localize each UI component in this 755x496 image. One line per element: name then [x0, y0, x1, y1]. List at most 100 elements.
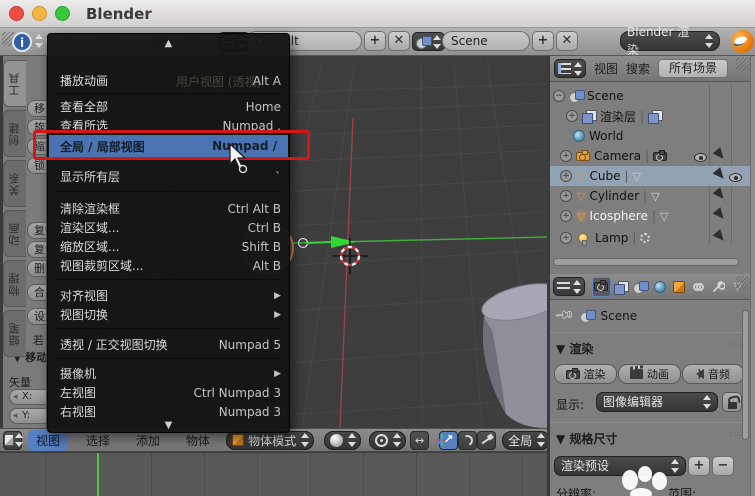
menu-item-zoom-border[interactable]: 缩放区域... Shift B	[60, 237, 281, 256]
mesh-data-icon: ▽	[659, 209, 669, 223]
pivot-point-dropdown[interactable]	[369, 430, 407, 450]
operator-y-slider[interactable]: Y:	[9, 408, 46, 424]
menu-item-render-border[interactable]: 渲染区域... Ctrl B	[60, 218, 281, 237]
pin-icon[interactable]: 📌︎	[553, 304, 575, 326]
shelf-tab-grease-pencil[interactable]: 蜡笔	[3, 310, 26, 357]
expand-icon[interactable]: +	[560, 150, 572, 162]
expand-icon[interactable]: +	[560, 190, 572, 202]
tab-scene[interactable]	[631, 277, 650, 297]
tab-constraints[interactable]	[690, 277, 709, 297]
display-dropdown[interactable]: 图像编辑器	[596, 392, 718, 412]
viewport-shading-dropdown[interactable]	[324, 430, 362, 450]
menu-item-view-all[interactable]: 查看全部 Home	[60, 97, 281, 116]
remove-preset-button[interactable]: −	[712, 456, 734, 476]
timeline[interactable]	[0, 452, 547, 496]
shelf-tab-physics[interactable]: 物理	[3, 260, 26, 307]
viewport-editor-type-button[interactable]	[3, 430, 24, 450]
outliner-row-renderlayers[interactable]: + 渲染层 |	[550, 106, 750, 126]
close-window-button[interactable]	[9, 6, 24, 21]
maximize-window-button[interactable]	[55, 6, 70, 21]
mode-spinner	[300, 431, 310, 449]
shelf-tab-tools[interactable]: 工具	[3, 60, 26, 107]
render-presets-dropdown[interactable]: 渲染预设	[554, 456, 686, 476]
scene-name-field[interactable]: Scene	[442, 31, 530, 51]
properties-vertical-scrollbar[interactable]	[742, 310, 749, 440]
expand-icon[interactable]: +	[560, 232, 572, 244]
outliner-corner-grip[interactable]	[736, 57, 750, 71]
outliner-menu-search[interactable]: 搜索	[626, 60, 650, 77]
minimize-window-button[interactable]	[32, 6, 47, 21]
manipulator-rotate-button[interactable]	[458, 430, 478, 450]
add-layout-button[interactable]: +	[364, 31, 386, 51]
manipulator-scale-button[interactable]	[477, 430, 497, 450]
outliner-horizontal-scrollbar[interactable]	[553, 258, 739, 266]
shelf-button-translate[interactable]: 移动	[27, 100, 46, 117]
expand-icon[interactable]: +	[560, 170, 572, 182]
close-layout-button[interactable]: ✕	[388, 31, 410, 51]
mode-dropdown[interactable]: 物体模式	[226, 430, 315, 450]
tab-object[interactable]	[670, 277, 689, 297]
hide-toggle-eye-icon[interactable]	[728, 173, 742, 182]
hide-toggle-eye-icon[interactable]	[694, 153, 707, 162]
tab-world[interactable]	[651, 277, 670, 297]
shelf-tab-create[interactable]: 创建	[3, 110, 26, 157]
shelf-tab-animation[interactable]: 动画	[3, 210, 26, 257]
tab-render[interactable]	[592, 276, 611, 297]
render-button[interactable]: 渲染	[554, 364, 617, 384]
scene-selector-icon-button[interactable]	[412, 32, 445, 51]
shelf-button-delete[interactable]: 删除	[27, 260, 46, 277]
menu-item-play-animation[interactable]: 播放动画 Alt A	[60, 71, 281, 90]
properties-corner-grip[interactable]	[736, 276, 750, 290]
timeline-playhead[interactable]	[97, 453, 99, 496]
shelf-button-set-origin[interactable]: 设置	[27, 308, 46, 325]
dimensions-panel-header[interactable]: ▼ 规格尺寸 ∷∷	[556, 430, 744, 447]
close-scene-button[interactable]: ✕	[556, 31, 578, 51]
menu-item-navigation[interactable]: 视图切换 ▶	[60, 305, 281, 324]
pivot-align-toggle[interactable]: ↔	[410, 430, 430, 450]
shelf-button-join[interactable]: 合并	[27, 284, 46, 301]
menu-item-clipping-border[interactable]: 视图裁剪区域... Alt B	[60, 256, 281, 275]
shelf-button-duplicate-linked[interactable]: 复制	[27, 241, 46, 258]
outliner-filter-dropdown[interactable]: 所有场景	[658, 59, 729, 78]
info-editor-icon[interactable]: i	[12, 32, 32, 52]
render-engine-dropdown[interactable]: Blender 渲染	[620, 25, 720, 57]
breadcrumb-scene-icon	[579, 309, 596, 323]
blender-window: Blender i 文件 渲染 窗口 帮助 Default + ✕ Scene …	[0, 0, 755, 496]
animation-button[interactable]: 动画	[618, 364, 681, 384]
expand-icon[interactable]: +	[560, 210, 572, 222]
menu-item-persp-ortho[interactable]: 透视 / 正交视图切换 Numpad 5	[60, 335, 281, 354]
add-scene-button[interactable]: +	[532, 31, 554, 51]
expand-icon[interactable]: +	[566, 110, 578, 122]
frame-range-label: 范围:	[668, 487, 697, 496]
collapse-icon[interactable]: −	[553, 90, 565, 102]
tab-render-layers[interactable]	[612, 277, 631, 297]
clapperboard-icon	[630, 369, 643, 379]
orientation-value: 全局	[508, 433, 533, 448]
outliner-row-world[interactable]: World	[550, 126, 750, 146]
outliner-menu-view[interactable]: 视图	[594, 60, 618, 77]
menu-item-right-view[interactable]: 右视图 Numpad 3	[60, 402, 281, 421]
add-preset-button[interactable]: +	[688, 456, 710, 476]
tab-modifiers[interactable]	[709, 277, 728, 297]
menu-scroll-up-icon[interactable]: ▲	[48, 38, 289, 49]
properties-editor-type-button[interactable]	[553, 277, 585, 296]
breadcrumb-label[interactable]: Scene	[601, 309, 638, 323]
lock-interface-button[interactable]	[722, 392, 742, 412]
shading-solid-icon	[330, 433, 344, 447]
audio-button[interactable]: 音频	[682, 364, 744, 384]
menu-scroll-down-icon[interactable]: ▼	[48, 420, 289, 431]
outliner-editor-type-button[interactable]	[554, 59, 586, 78]
transform-orientation-dropdown[interactable]: 全局	[502, 430, 551, 450]
camera-object-icon	[576, 149, 590, 161]
menu-item-camera[interactable]: 摄像机 ▶	[60, 364, 281, 383]
view-menu-popup: ▲ 用户视图 (透视) 播放动画 Alt A 查看全部 Home 查看所选 Numpa…	[47, 33, 290, 433]
menu-item-left-view[interactable]: 左视图 Ctrl Numpad 3	[60, 383, 281, 402]
operator-x-slider[interactable]: X:	[9, 389, 46, 405]
editor-type-spinner[interactable]	[34, 32, 43, 50]
outliner-row-scene[interactable]: − Scene	[550, 86, 750, 106]
menu-item-align-view[interactable]: 对齐视图 ▶	[60, 286, 281, 305]
render-panel-header[interactable]: ▼ 渲染 ∷∷	[556, 340, 744, 357]
shelf-button-duplicate[interactable]: 复制	[27, 222, 46, 239]
shelf-tab-relations[interactable]: 关系	[3, 160, 26, 207]
menu-item-clear-render-border[interactable]: 清除渲染框 Ctrl Alt B	[60, 199, 281, 218]
